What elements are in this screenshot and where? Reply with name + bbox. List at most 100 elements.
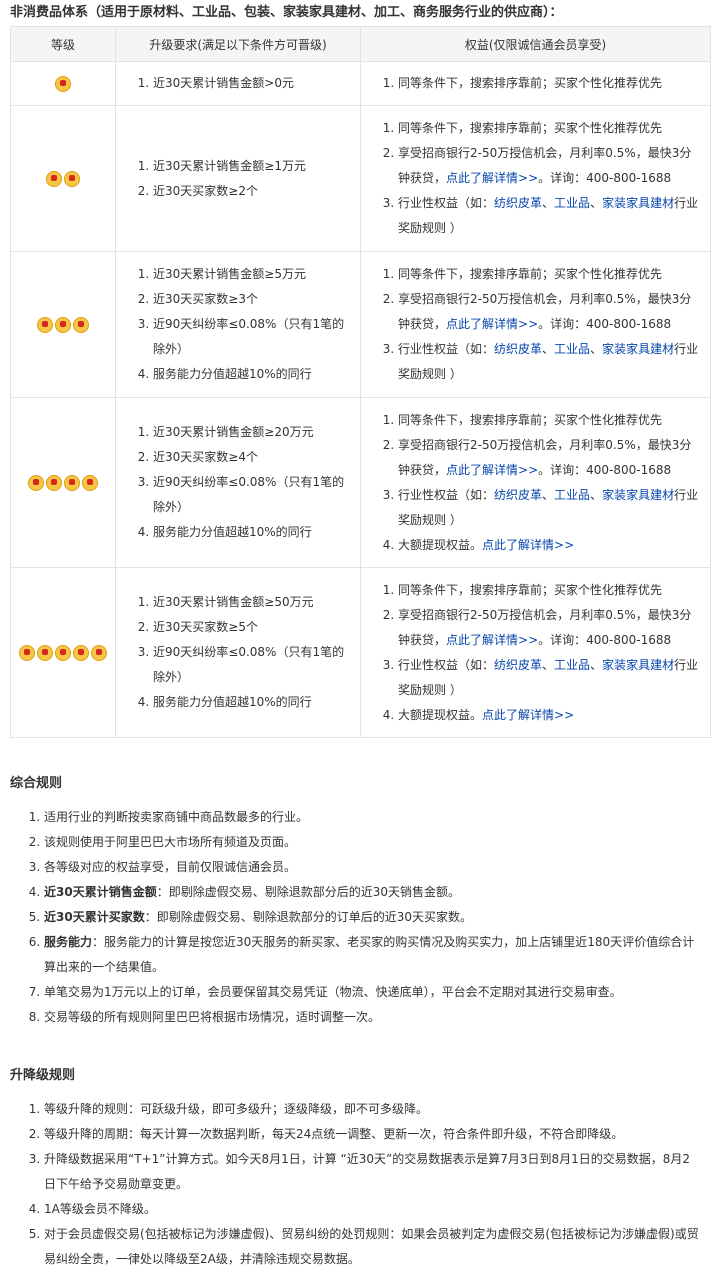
benefit-text: 。详询：400-800-1688 [538, 171, 672, 185]
rule-item: 等级升降的周期：每天计算一次数据判断，每天24点统一调整、更新一次，符合条件即升… [44, 1122, 702, 1147]
rule-item: 该规则使用于阿里巴巴大市场所有频道及页面。 [44, 830, 702, 855]
table-row: 近30天累计销售金额>0元 同等条件下，搜索排序靠前；买家个性化推荐优先 [10, 61, 711, 106]
benefit-item: 大额提现权益。点此了解详情>> [398, 533, 701, 558]
table-row: 近30天累计销售金额≥50万元近30天买家数≥5个近90天纠纷率≤0.08%（只… [10, 567, 711, 738]
benefit-text: 行业性权益（如： [398, 487, 495, 502]
crown-icon [37, 316, 53, 333]
industry-link[interactable]: 工业品 [554, 488, 590, 502]
details-link[interactable]: 点此了解详情>> [482, 708, 574, 722]
industry-link[interactable]: 工业品 [554, 658, 590, 672]
crown-icon [19, 644, 35, 661]
header-level: 等级 [10, 26, 116, 62]
crown-icon [46, 474, 62, 491]
industry-link[interactable]: 家装家具建材 [602, 342, 674, 356]
separator: 、 [590, 657, 603, 672]
details-link[interactable]: 点此了解详情>> [482, 538, 574, 552]
requirement-item: 近30天累计销售金额≥50万元 [153, 590, 351, 615]
header-benefits: 权益(仅限诚信通会员享受) [360, 26, 711, 62]
requirement-item: 服务能力分值超越10%的同行 [153, 520, 351, 545]
crown-icon [28, 474, 44, 491]
requirement-item: 近30天累计销售金额≥5万元 [153, 262, 351, 287]
requirement-item: 近30天买家数≥5个 [153, 615, 351, 640]
benefits-list: 同等条件下，搜索排序靠前；买家个性化推荐优先享受招商银行2-50万授信机会，月利… [362, 578, 709, 728]
benefit-item: 大额提现权益。点此了解详情>> [398, 703, 701, 728]
level-table: 等级 升级要求(满足以下条件方可晋级) 权益(仅限诚信通会员享受) 近30天累计… [10, 26, 711, 738]
benefit-item: 同等条件下，搜索排序靠前；买家个性化推荐优先 [398, 71, 701, 96]
benefits-cell: 同等条件下，搜索排序靠前；买家个性化推荐优先享受招商银行2-50万授信机会，月利… [360, 105, 711, 252]
rule-item: 适用行业的判断按卖家商铺中商品数最多的行业。 [44, 805, 702, 830]
benefit-text: 行业性权益（如： [398, 657, 495, 672]
upgrade-rules-heading: 升降级规则 [10, 1068, 76, 1083]
benefit-text: 同等条件下，搜索排序靠前；买家个性化推荐优先 [398, 582, 663, 597]
industry-link[interactable]: 纺织皮革 [494, 488, 542, 502]
industry-link[interactable]: 纺织皮革 [494, 658, 542, 672]
requirements-list: 近30天累计销售金额≥1万元近30天买家数≥2个 [117, 154, 359, 204]
rule-text: 等级升降的周期：每天计算一次数据判断，每天24点统一调整、更新一次，符合条件即升… [44, 1127, 624, 1141]
industry-link[interactable]: 家装家具建材 [602, 488, 674, 502]
page-title: 非消费品体系（适用于原材料、工业品、包装、家装家具建材、加工、商务服务行业的供应… [10, 5, 563, 20]
crown-icon [55, 75, 71, 92]
benefit-text: 。详询：400-800-1688 [538, 317, 672, 331]
rule-text: 各等级对应的权益享受，目前仅限诚信通会员。 [44, 860, 297, 874]
benefit-text: 同等条件下，搜索排序靠前；买家个性化推荐优先 [398, 121, 663, 135]
general-rules-heading: 综合规则 [10, 776, 63, 791]
benefit-item: 享受招商银行2-50万授信机会，月利率0.5%，最快3分钟获贷，点此了解详情>>… [398, 603, 701, 653]
requirements-list: 近30天累计销售金额≥20万元近30天买家数≥4个近90天纠纷率≤0.08%（只… [117, 420, 359, 545]
rule-item: 升降级数据采用“T+1”计算方式。如今天8月1日，计算 “近30天”的交易数据表… [44, 1147, 702, 1197]
rule-item: 对于会员虚假交易(包括被标记为涉嫌虚假)、贸易纠纷的处罚规则：如果会员被判定为虚… [44, 1222, 702, 1272]
industry-link[interactable]: 纺织皮革 [494, 342, 542, 356]
rule-item: 各等级对应的权益享受，目前仅限诚信通会员。 [44, 855, 702, 880]
rule-text: 升降级数据采用“T+1”计算方式。如今天8月1日，计算 “近30天”的交易数据表… [44, 1152, 691, 1191]
requirements-list: 近30天累计销售金额≥5万元近30天买家数≥3个近90天纠纷率≤0.08%（只有… [117, 262, 359, 387]
separator: 、 [542, 196, 555, 210]
benefits-list: 同等条件下，搜索排序靠前；买家个性化推荐优先享受招商银行2-50万授信机会，月利… [362, 262, 709, 387]
separator: 、 [590, 342, 603, 356]
crown-icon [82, 474, 98, 491]
level-cell [10, 61, 116, 106]
crown-icon [91, 644, 107, 661]
rule-term: 近30天累计买家数 [44, 910, 145, 924]
details-link[interactable]: 点此了解详情>> [446, 633, 538, 647]
rule-text: ：即剔除虚假交易、剔除退款部分的订单后的近30天买家数。 [144, 910, 472, 924]
industry-link[interactable]: 家装家具建材 [602, 658, 674, 672]
benefits-cell: 同等条件下，搜索排序靠前；买家个性化推荐优先享受招商银行2-50万授信机会，月利… [360, 251, 711, 398]
rule-term: 近30天累计销售金额 [44, 885, 157, 899]
industry-link[interactable]: 工业品 [554, 342, 590, 356]
rule-text: 单笔交易为1万元以上的订单，会员要保留其交易凭证（物流、快递底单），平台会不定期… [44, 985, 622, 999]
requirements-list: 近30天累计销售金额>0元 [117, 71, 359, 96]
benefit-text: 同等条件下，搜索排序靠前；买家个性化推荐优先 [398, 267, 663, 281]
benefit-item: 同等条件下，搜索排序靠前；买家个性化推荐优先 [398, 578, 701, 603]
details-link[interactable]: 点此了解详情>> [446, 317, 538, 331]
crown-icon [55, 644, 71, 661]
details-link[interactable]: 点此了解详情>> [446, 171, 538, 185]
industry-link[interactable]: 工业品 [554, 196, 590, 210]
table-row: 近30天累计销售金额≥1万元近30天买家数≥2个同等条件下，搜索排序靠前；买家个… [10, 105, 711, 252]
level-cell [10, 251, 116, 398]
benefits-cell: 同等条件下，搜索排序靠前；买家个性化推荐优先 [360, 61, 711, 106]
benefit-item: 行业性权益（如：纺织皮革、工业品、家装家具建材行业奖励规则 ） [398, 337, 701, 387]
crown-icon [46, 170, 62, 187]
table-header-row: 等级 升级要求(满足以下条件方可晋级) 权益(仅限诚信通会员享受) [10, 26, 711, 62]
rule-item: 服务能力：服务能力的计算是按您近30天服务的新买家、老买家的购买情况及购买实力，… [44, 930, 702, 980]
separator: 、 [590, 196, 603, 210]
benefit-item: 同等条件下，搜索排序靠前；买家个性化推荐优先 [398, 262, 701, 287]
table-row: 近30天累计销售金额≥5万元近30天买家数≥3个近90天纠纷率≤0.08%（只有… [10, 251, 711, 398]
crown-icon [37, 644, 53, 661]
crown-icon [64, 170, 80, 187]
rule-item: 单笔交易为1万元以上的订单，会员要保留其交易凭证（物流、快递底单），平台会不定期… [44, 980, 702, 1005]
requirement-item: 服务能力分值超越10%的同行 [153, 362, 351, 387]
requirements-cell: 近30天累计销售金额≥5万元近30天买家数≥3个近90天纠纷率≤0.08%（只有… [115, 251, 361, 398]
requirement-item: 近30天累计销售金额≥1万元 [153, 154, 351, 179]
rule-item: 近30天累计销售金额：即剔除虚假交易、剔除退款部分后的近30天销售金额。 [44, 880, 702, 905]
rule-text: 交易等级的所有规则阿里巴巴将根据市场情况，适时调整一次。 [44, 1010, 381, 1024]
benefit-item: 同等条件下，搜索排序靠前；买家个性化推荐优先 [398, 408, 701, 433]
details-link[interactable]: 点此了解详情>> [446, 463, 538, 477]
benefit-item: 同等条件下，搜索排序靠前；买家个性化推荐优先 [398, 116, 701, 141]
requirement-item: 近90天纠纷率≤0.08%（只有1笔的除外） [153, 640, 351, 690]
industry-link[interactable]: 家装家具建材 [602, 196, 674, 210]
industry-link[interactable]: 纺织皮革 [494, 196, 542, 210]
requirement-item: 近30天买家数≥3个 [153, 287, 351, 312]
requirements-cell: 近30天累计销售金额≥50万元近30天买家数≥5个近90天纠纷率≤0.08%（只… [115, 567, 361, 738]
benefit-text: 大额提现权益。 [398, 537, 483, 552]
upgrade-rules-list: 等级升降的规则：可跃级升级，即可多级升；逐级降级，即不可多级降。等级升降的周期：… [10, 1097, 712, 1272]
